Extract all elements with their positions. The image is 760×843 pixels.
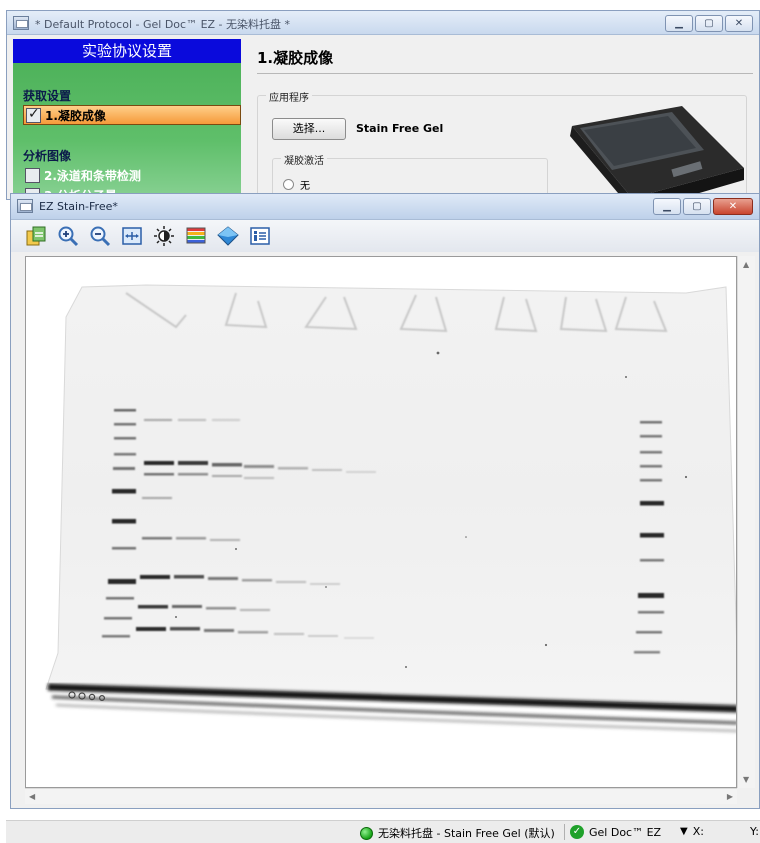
checkbox-icon[interactable] — [25, 167, 40, 183]
x-label: X: — [692, 825, 704, 838]
tray-status: 无染料托盘 - Stain Free Gel (默认) — [360, 825, 555, 841]
minimize-button[interactable]: ▁ — [653, 198, 681, 215]
maximize-button[interactable]: ▢ — [683, 198, 711, 215]
gel-doc-device-image — [570, 106, 744, 199]
sidebar-section-acquire: 获取设置 — [23, 89, 72, 103]
application-value: Stain Free Gel — [356, 122, 444, 135]
application-group: 应用程序 选择... Stain Free Gel 凝胶激活 无 — [257, 89, 747, 199]
3d-view-icon[interactable] — [215, 223, 241, 249]
protocol-window: * Default Protocol - Gel Doc™ EZ - 无染料托盘… — [6, 10, 760, 200]
close-button[interactable]: ✕ — [713, 198, 753, 215]
protocol-sidebar: 实验协议设置 获取设置 1.凝胶成像 分析图像 2.泳道和条带检测 3.分析分子… — [13, 39, 241, 199]
divider — [564, 824, 565, 840]
green-status-icon — [360, 826, 373, 840]
status-bar: 无染料托盘 - Stain Free Gel (默认) ✓ Gel Doc™ E… — [6, 820, 760, 843]
checkbox-icon[interactable] — [26, 106, 41, 123]
image-transform-icon[interactable] — [23, 223, 49, 249]
gel-image — [45, 284, 736, 732]
tray-status-text: 无染料托盘 - Stain Free Gel (默认) — [378, 827, 555, 840]
scroll-down-icon[interactable]: ▼ — [743, 775, 749, 784]
image-viewer-window: EZ Stain-Free* ▁ ▢ ✕ ▲ ▼ ◀ ▶ — [10, 193, 760, 809]
scroll-right-icon[interactable]: ▶ — [727, 792, 733, 801]
check-circle-icon: ✓ — [570, 825, 584, 839]
radio-icon[interactable] — [283, 179, 294, 190]
horizontal-scrollbar[interactable]: ◀ ▶ — [25, 788, 737, 804]
minimize-button[interactable]: ▁ — [665, 15, 693, 32]
zoom-in-icon[interactable] — [55, 223, 81, 249]
sidebar-header: 实验协议设置 — [13, 39, 241, 63]
gel-image-pane[interactable] — [25, 256, 737, 788]
dropdown-arrow-icon[interactable]: ▼ — [680, 826, 688, 837]
coordinate-readout: ▼ X: — [680, 825, 704, 838]
radio-none-option[interactable]: 无 — [283, 177, 310, 192]
sidebar-item-lane-band-detection[interactable]: 2.泳道和条带检测 — [23, 165, 241, 185]
viewer-toolbar — [11, 220, 759, 252]
fit-to-window-icon[interactable] — [119, 223, 145, 249]
instrument-status: ✓ Gel Doc™ EZ — [570, 825, 661, 839]
sidebar-item-gel-imaging[interactable]: 1.凝胶成像 — [23, 105, 241, 125]
image-window-icon — [17, 199, 33, 213]
app-window-icon — [13, 16, 29, 30]
application-group-label: 应用程序 — [266, 89, 312, 104]
y-label: Y: — [750, 825, 759, 838]
brightness-icon[interactable] — [151, 223, 177, 249]
page-title: 1.凝胶成像 — [257, 49, 334, 67]
viewer-titlebar[interactable]: EZ Stain-Free* ▁ ▢ ✕ — [11, 194, 759, 220]
vertical-scrollbar[interactable]: ▲ ▼ — [737, 256, 755, 788]
color-palette-icon[interactable] — [183, 223, 209, 249]
sidebar-item-label: 1.凝胶成像 — [45, 108, 106, 123]
close-button[interactable]: ✕ — [725, 15, 753, 32]
select-application-button[interactable]: 选择... — [272, 118, 346, 140]
protocol-main-panel: 1.凝胶成像 应用程序 选择... Stain Free Gel 凝胶激活 无 — [241, 39, 759, 199]
sidebar-section-analyze: 分析图像 — [23, 149, 72, 163]
image-info-icon[interactable] — [247, 223, 273, 249]
scroll-up-icon[interactable]: ▲ — [743, 260, 749, 269]
zoom-out-icon[interactable] — [87, 223, 113, 249]
gel-activation-label: 凝胶激活 — [281, 152, 327, 167]
maximize-button[interactable]: ▢ — [695, 15, 723, 32]
protocol-titlebar[interactable]: * Default Protocol - Gel Doc™ EZ - 无染料托盘… — [7, 11, 759, 35]
sidebar-item-label: 2.泳道和条带检测 — [44, 168, 141, 183]
radio-none-label: 无 — [300, 181, 310, 192]
viewer-window-title: EZ Stain-Free* — [39, 200, 118, 213]
y-readout: Y: — [750, 825, 759, 838]
instrument-name: Gel Doc™ EZ — [589, 825, 662, 839]
protocol-window-title: * Default Protocol - Gel Doc™ EZ - 无染料托盘… — [35, 18, 291, 31]
scroll-left-icon[interactable]: ◀ — [29, 792, 35, 801]
divider — [257, 73, 753, 74]
